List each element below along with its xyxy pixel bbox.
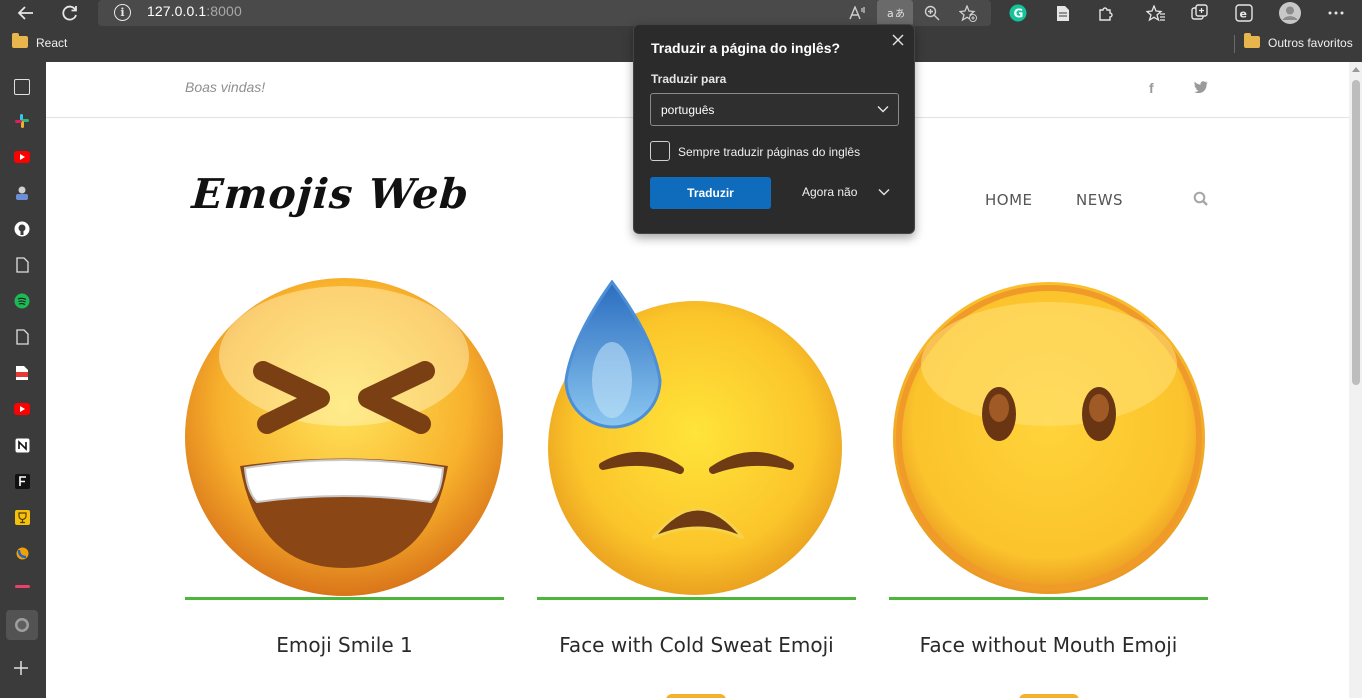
not-now-button[interactable]: Agora não xyxy=(802,185,857,199)
address-bar[interactable]: i 127.0.0.1:8000 aあ xyxy=(98,0,991,26)
svg-text:a: a xyxy=(887,7,894,20)
document-icon[interactable] xyxy=(14,329,30,345)
f-app-icon[interactable] xyxy=(14,473,30,489)
card-title[interactable]: Emoji Smile 1 xyxy=(185,633,504,657)
svg-text:あ: あ xyxy=(895,8,904,20)
folder-icon xyxy=(12,33,28,48)
settings-more-icon[interactable] xyxy=(1316,0,1356,26)
translate-popup: Traduzir a página do inglês? Traduzir pa… xyxy=(633,24,915,234)
next-card-peek xyxy=(666,694,726,698)
document-extension-icon[interactable] xyxy=(1043,0,1083,26)
trophy-icon[interactable] xyxy=(14,509,30,525)
extensions-icon[interactable] xyxy=(1086,0,1126,26)
github-icon[interactable] xyxy=(14,221,30,237)
close-icon[interactable] xyxy=(890,32,906,48)
grammarly-extension-icon[interactable]: G xyxy=(998,0,1038,26)
site-info-icon[interactable]: i xyxy=(114,4,131,21)
page-scrollbar[interactable] xyxy=(1349,62,1362,698)
next-card-peek xyxy=(1019,694,1079,698)
spotify-icon[interactable] xyxy=(14,293,30,309)
red-bar-app-icon[interactable] xyxy=(14,579,30,595)
emoji-smile-image[interactable] xyxy=(185,276,504,598)
site-logo[interactable]: Emojis Web xyxy=(190,170,471,218)
language-select-value: português xyxy=(661,103,715,117)
emoji-cold-sweat-image[interactable] xyxy=(548,280,848,600)
tab-actions-icon[interactable] xyxy=(14,79,30,95)
always-translate-checkbox[interactable] xyxy=(650,141,670,161)
favorite-folder-others[interactable]: Outros favoritos xyxy=(1268,36,1353,50)
chevron-down-icon[interactable] xyxy=(878,187,890,197)
card-title[interactable]: Face without Mouth Emoji xyxy=(889,633,1208,657)
card-accent-line xyxy=(537,597,856,600)
translate-to-label: Traduzir para xyxy=(651,72,727,86)
collections-icon[interactable] xyxy=(1180,0,1220,26)
user-app-icon[interactable] xyxy=(14,185,30,201)
browser-sidebar xyxy=(0,62,46,698)
chevron-down-icon xyxy=(877,106,889,113)
translate-button[interactable]: Traduzir xyxy=(650,177,771,209)
nav-item-home[interactable]: HOME xyxy=(985,191,1033,209)
scrollbar-thumb[interactable] xyxy=(1352,80,1360,385)
pdf-icon[interactable] xyxy=(14,365,30,381)
slack-icon[interactable] xyxy=(14,113,30,129)
favorites-icon[interactable] xyxy=(1136,0,1176,26)
card-accent-line xyxy=(889,597,1208,600)
scroll-up-arrow-icon[interactable] xyxy=(1352,67,1360,72)
address-url[interactable]: 127.0.0.1:8000 xyxy=(147,3,242,19)
profile-avatar-icon[interactable] xyxy=(1270,0,1310,26)
back-icon[interactable] xyxy=(6,0,46,26)
translate-icon[interactable]: aあ xyxy=(877,0,913,26)
folder-icon xyxy=(1244,33,1260,48)
svg-text:e: e xyxy=(1240,8,1247,21)
youtube-icon[interactable] xyxy=(14,401,30,417)
add-favorite-icon[interactable] xyxy=(950,0,986,26)
phone-app-icon[interactable] xyxy=(14,545,30,561)
language-select[interactable]: português xyxy=(650,93,899,126)
translate-popup-title: Traduzir a página do inglês? xyxy=(651,40,841,56)
youtube-icon[interactable] xyxy=(14,149,30,165)
welcome-text: Boas vindas! xyxy=(185,79,266,95)
search-icon[interactable] xyxy=(1193,191,1209,207)
read-aloud-icon[interactable] xyxy=(840,0,876,26)
favorites-divider xyxy=(1234,35,1235,53)
favorite-folder-react[interactable]: React xyxy=(36,36,67,50)
add-icon[interactable] xyxy=(12,659,30,677)
always-translate-label[interactable]: Sempre traduzir páginas do inglês xyxy=(678,145,860,159)
twitter-icon[interactable] xyxy=(1194,81,1208,93)
emoji-no-mouth-image[interactable] xyxy=(893,282,1205,594)
browser-toolbar: i 127.0.0.1:8000 aあ G e xyxy=(0,0,1362,26)
facebook-icon[interactable]: f xyxy=(1149,80,1154,96)
edge-extension-icon[interactable]: e xyxy=(1224,0,1264,26)
document-icon[interactable] xyxy=(14,257,30,273)
notion-icon[interactable] xyxy=(14,437,30,453)
zoom-icon[interactable] xyxy=(914,0,950,26)
card-title[interactable]: Face with Cold Sweat Emoji xyxy=(537,633,856,657)
svg-text:G: G xyxy=(1014,7,1024,21)
sidebar-item-active[interactable] xyxy=(6,610,38,640)
card-accent-line xyxy=(185,597,504,600)
nav-item-news[interactable]: NEWS xyxy=(1076,191,1123,209)
refresh-icon[interactable] xyxy=(50,0,90,26)
